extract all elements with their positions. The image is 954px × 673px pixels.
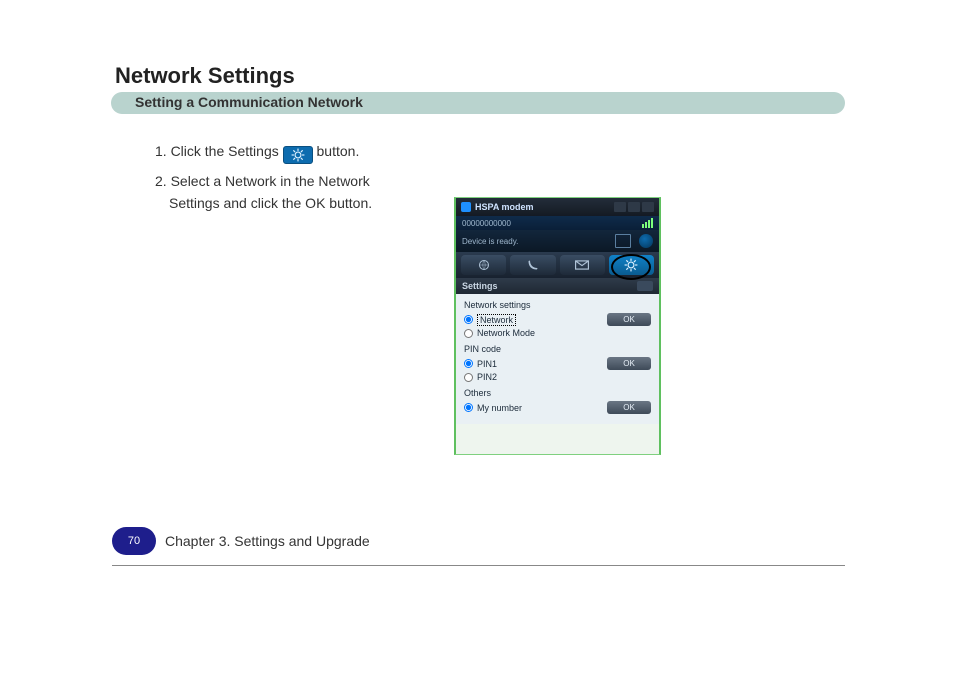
toolbar-mail-button[interactable] [560, 255, 605, 275]
others-ok-button[interactable]: OK [607, 401, 651, 414]
pin1-radio[interactable] [464, 359, 473, 368]
collapse-icon[interactable] [637, 281, 653, 291]
modem-title: HSPA modem [475, 202, 534, 212]
network-settings-title: Network settings [464, 300, 651, 310]
toolbar-globe-button[interactable] [461, 255, 506, 275]
modem-app-window: HSPA modem 00000000000 Device is ready. [454, 197, 661, 455]
mynumber-radio[interactable] [464, 403, 473, 412]
minimize-icon[interactable] [614, 202, 626, 212]
settings-label: Settings [462, 281, 498, 291]
signal-icon [641, 218, 653, 228]
network-option-label: Network [477, 314, 516, 326]
instruction-text: 1. Click the Settings button. 2. Select … [155, 140, 372, 214]
pin2-option-label: PIN2 [477, 372, 497, 382]
pin2-radio[interactable] [464, 373, 473, 382]
highlight-circle-icon [611, 254, 651, 280]
others-group: Others My number OK [464, 388, 651, 414]
maximize-icon[interactable] [628, 202, 640, 212]
close-icon[interactable] [642, 202, 654, 212]
page-heading: Network Settings [115, 63, 295, 89]
phone-number: 00000000000 [462, 219, 511, 228]
toolbar-phone-button[interactable] [510, 255, 555, 275]
settings-gear-button-inline [283, 146, 313, 164]
toolbar-settings-button[interactable] [609, 255, 654, 275]
pin-code-group: PIN code PIN1 OK PIN2 [464, 344, 651, 382]
network-settings-group: Network settings Network OK Network Mode [464, 300, 651, 338]
step2-line2: Settings and click the OK button. [155, 192, 372, 214]
modem-phonebar: 00000000000 [456, 216, 659, 230]
status-text: Device is ready. [462, 237, 518, 246]
footer-chapter-text: Chapter 3. Settings and Upgrade [165, 533, 370, 549]
step2-line1: 2. Select a Network in the Network [155, 170, 372, 192]
network-mode-option-label: Network Mode [477, 328, 535, 338]
pin1-option-label: PIN1 [477, 359, 497, 369]
settings-panel: Network settings Network OK Network Mode… [456, 294, 659, 424]
step1-prefix: 1. Click the Settings [155, 143, 283, 159]
mynumber-option-label: My number [477, 403, 522, 413]
modem-app-icon [461, 202, 471, 212]
settings-section-header: Settings [456, 278, 659, 294]
pin-code-title: PIN code [464, 344, 651, 354]
section-title: Setting a Communication Network [135, 94, 363, 110]
others-title: Others [464, 388, 651, 398]
footer-divider [112, 565, 845, 566]
step1-suffix: button. [317, 143, 360, 159]
modem-titlebar: HSPA modem [456, 198, 659, 216]
pin-ok-button[interactable]: OK [607, 357, 651, 370]
pc-icon [615, 234, 631, 248]
page-number-badge: 70 [112, 527, 156, 555]
network-mode-radio[interactable] [464, 329, 473, 338]
network-radio[interactable] [464, 315, 473, 324]
globe-status-icon [639, 234, 653, 248]
window-controls [614, 202, 654, 212]
network-ok-button[interactable]: OK [607, 313, 651, 326]
modem-status-row: Device is ready. [456, 230, 659, 252]
modem-toolbar [456, 252, 659, 278]
